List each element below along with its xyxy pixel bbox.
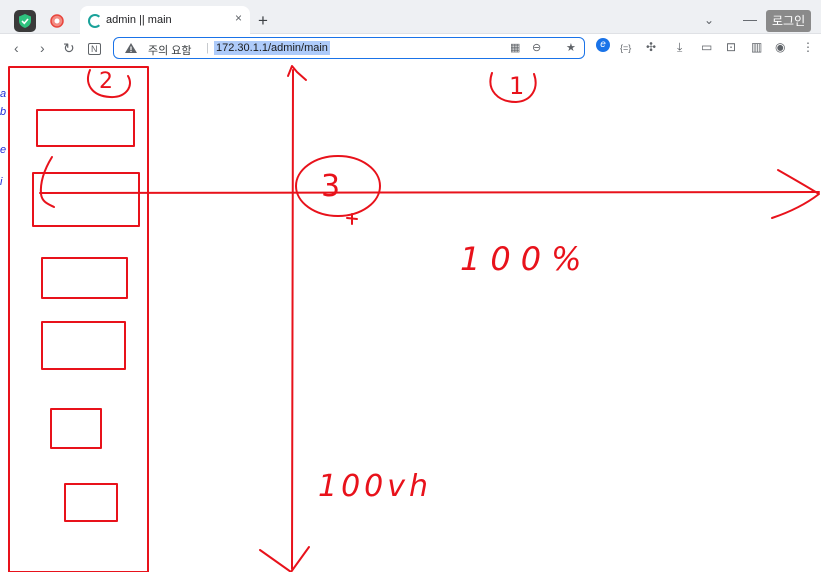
width-arrow-line <box>39 191 820 194</box>
back-icon[interactable]: ‹ <box>14 40 19 56</box>
qr-code-icon[interactable]: ▦ <box>510 41 520 54</box>
height-arrow-bottom-head <box>259 546 310 572</box>
note-icon[interactable]: N <box>88 43 101 55</box>
minimize-icon[interactable]: — <box>743 11 757 27</box>
sidebar-icon[interactable]: ▥ <box>751 40 762 54</box>
tab-title: admin || main <box>106 14 172 26</box>
browser-window: admin || main × + ⌄ — 로그인 ‹ › ↻ N 주의 요함 … <box>0 0 821 572</box>
forward-icon[interactable]: › <box>40 40 45 56</box>
profile-icon[interactable]: ◉ <box>775 40 785 54</box>
reload-icon[interactable]: ↻ <box>63 40 75 57</box>
height-arrow-line <box>291 69 294 570</box>
bracket-extension-icon[interactable]: {=} <box>620 43 631 53</box>
bookmark-star-icon[interactable]: ★ <box>566 41 576 54</box>
tab-strip: admin || main × + ⌄ — 로그인 <box>0 0 821 34</box>
tab-admin-main[interactable]: admin || main × <box>80 6 250 34</box>
edge-extension-icon[interactable]: e <box>596 38 610 52</box>
annotation-height-note: 100vh <box>318 469 432 504</box>
page-content: a b e i 2 1 3 100% 100vh <box>0 64 821 572</box>
sketch-overlay: 2 1 3 100% 100vh <box>8 65 820 572</box>
screenshot-icon[interactable]: ⊡ <box>726 40 736 54</box>
sidebar-box <box>64 483 118 522</box>
sidebar-box <box>41 257 128 299</box>
annotation-1: 1 <box>509 72 524 100</box>
menu-icon[interactable]: ⋮ <box>802 40 814 54</box>
sidebar-box <box>41 321 126 370</box>
warning-icon <box>125 43 137 53</box>
new-tab-button[interactable]: + <box>258 11 268 31</box>
browser-toolbar: ‹ › ↻ N 주의 요함 | 172.30.1.1/admin/main ▦ … <box>0 34 821 64</box>
url-divider: | <box>206 42 209 54</box>
loading-spinner-icon <box>88 14 102 28</box>
sidebar-box <box>36 109 135 147</box>
chevron-down-icon[interactable]: ⌄ <box>704 13 714 27</box>
shield-icon[interactable] <box>14 10 36 32</box>
annotation-width-note: 100% <box>460 240 591 278</box>
tab-inactive[interactable] <box>46 11 72 31</box>
sidebar-box <box>50 408 102 449</box>
sidebar-box <box>32 172 140 227</box>
security-warning-label[interactable]: 주의 요함 <box>148 42 192 58</box>
annotation-2: 2 <box>99 69 113 94</box>
address-bar[interactable]: 주의 요함 | 172.30.1.1/admin/main ▦ ⊖ ★ <box>113 37 585 59</box>
extensions-puzzle-icon[interactable]: ✣ <box>646 40 656 54</box>
url-text[interactable]: 172.30.1.1/admin/main <box>214 41 330 55</box>
width-arrow-right-head <box>771 169 820 219</box>
zoom-icon[interactable]: ⊖ <box>532 41 541 54</box>
width-arrow-left-head <box>39 156 55 208</box>
download-icon[interactable]: ⤓ <box>677 40 682 55</box>
login-button[interactable]: 로그인 <box>766 10 812 32</box>
cast-icon[interactable]: ▭ <box>701 40 712 54</box>
close-tab-icon[interactable]: × <box>235 11 242 25</box>
annotation-3: 3 <box>321 169 340 204</box>
height-arrow-top-head <box>287 65 307 81</box>
sidebar-frame <box>8 66 149 572</box>
